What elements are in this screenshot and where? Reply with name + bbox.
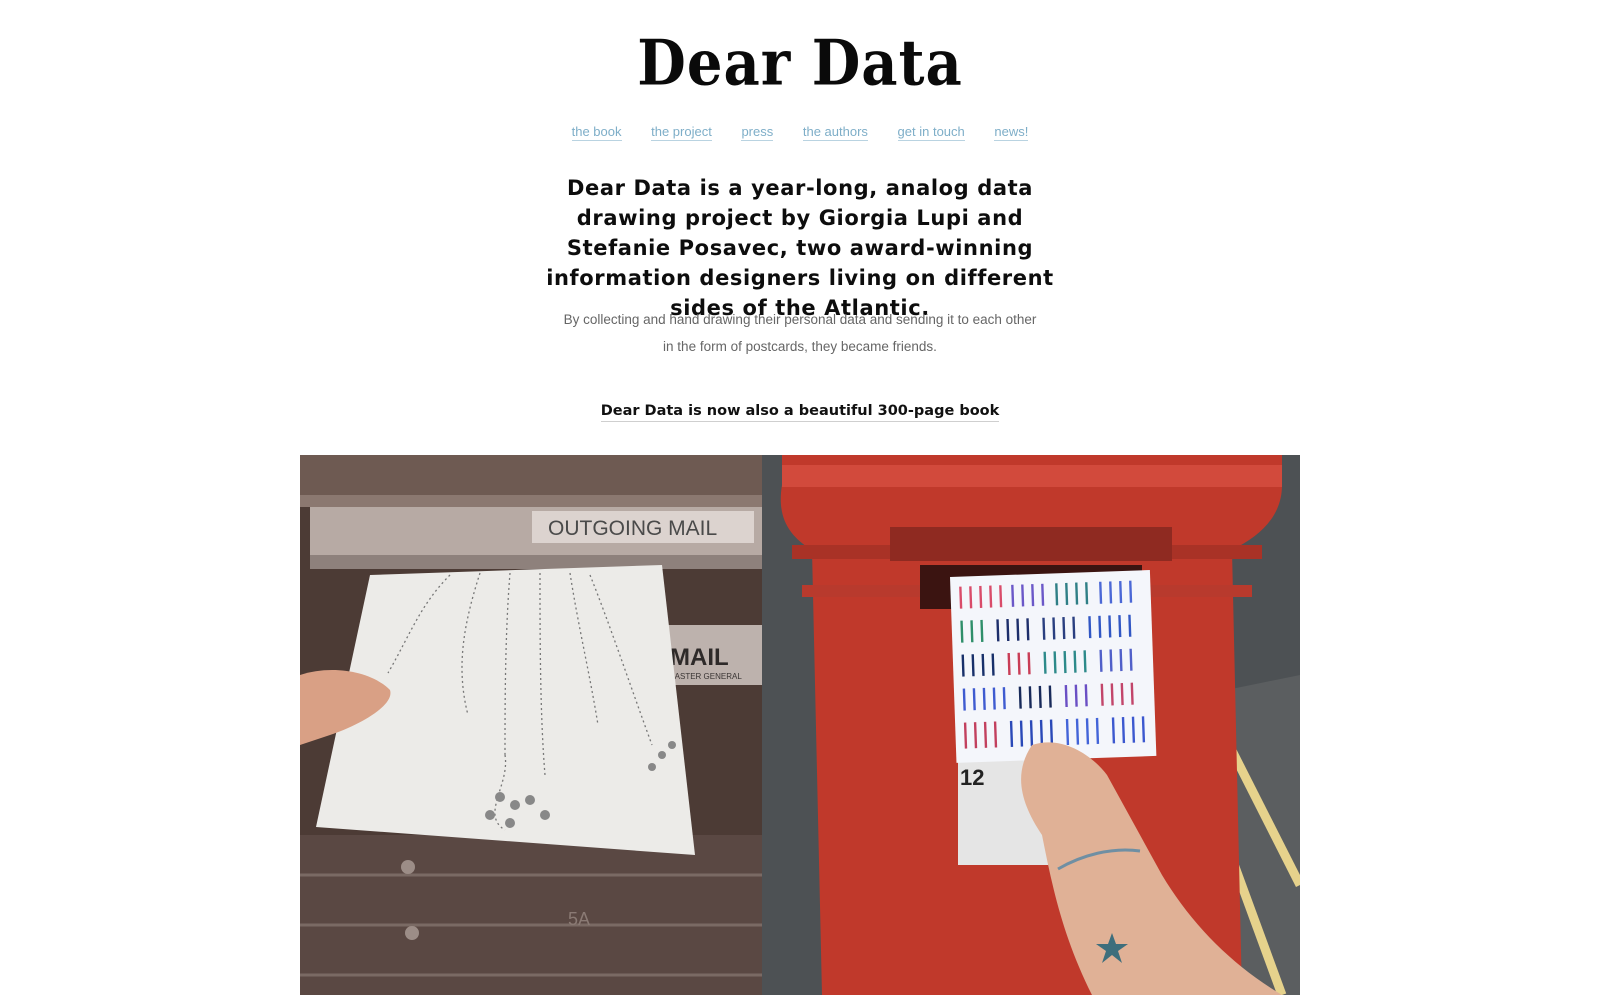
photo-outgoing-mail: OUTGOING MAIL MAIL MASTER GENERAL 5A	[300, 455, 762, 995]
intro-headline: Dear Data is a year-long, analog data dr…	[546, 176, 1054, 320]
box-number-5a: 5A	[568, 909, 590, 929]
book-promo: Dear Data is now also a beautiful 300-pa…	[0, 403, 1600, 422]
mailbox-label: MAIL	[670, 644, 729, 671]
main-nav: the book the project press the authors g…	[0, 124, 1600, 141]
photo-red-postbox: 12	[762, 455, 1300, 995]
nav-link-the-authors[interactable]: the authors	[802, 124, 868, 141]
nav-link-the-project[interactable]: the project	[651, 124, 712, 141]
mailbox-sublabel: MASTER GENERAL	[668, 672, 742, 681]
outgoing-mail-sign: OUTGOING MAIL	[548, 517, 717, 540]
book-link[interactable]: Dear Data is now also a beautiful 300-pa…	[600, 403, 1000, 422]
nav-link-get-in-touch[interactable]: get in touch	[897, 124, 965, 141]
collection-box-number: 12	[960, 765, 984, 790]
outgoing-mail-illustration: OUTGOING MAIL MAIL MASTER GENERAL 5A	[300, 455, 762, 995]
nav-link-news[interactable]: news!	[994, 124, 1029, 141]
nav-link-the-book[interactable]: the book	[571, 124, 622, 141]
site-logo[interactable]: Dear Data	[0, 26, 1600, 100]
intro-subtext: By collecting and hand drawing their per…	[563, 312, 1037, 354]
nav-link-press[interactable]: press	[741, 124, 774, 141]
red-postbox-illustration: 12	[762, 455, 1300, 995]
